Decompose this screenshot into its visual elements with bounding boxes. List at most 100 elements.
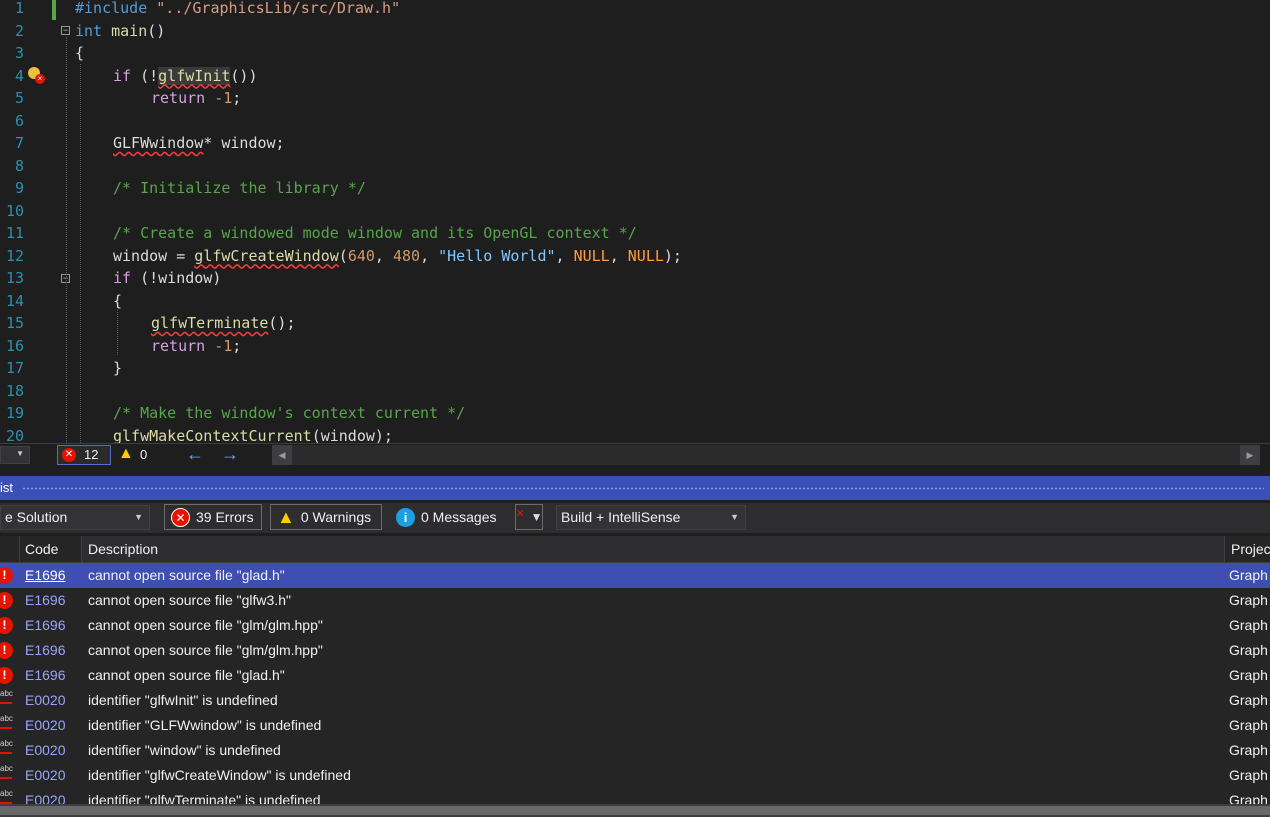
table-row[interactable]: abc E0020 identifier "glfwInit" is undef… [0,688,1270,713]
build-filter-dropdown[interactable]: Build + IntelliSense ▼ [556,505,746,530]
error-code-link[interactable]: E1696 [25,638,65,663]
warnings-filter-label: 0 Warnings [300,509,372,525]
line-number: 6 [14,111,24,130]
error-project: Graph [1229,592,1268,608]
code-line-16: return -1; [151,336,242,355]
table-row[interactable]: ! E1696 cannot open source file "glm/glm… [0,638,1270,663]
error-code-link[interactable]: E0020 [25,738,65,763]
error-code-link[interactable]: E1696 [25,563,65,588]
error-description: identifier "glfwCreateWindow" is undefin… [88,767,351,783]
warnings-filter-button[interactable]: ▲ 0 Warnings [270,504,382,530]
error-list-toolbar: e Solution ▼ ✕ 39 Errors ▲ 0 Warnings i … [0,503,1270,533]
errors-filter-button[interactable]: ✕ 39 Errors [164,504,262,530]
error-description: cannot open source file "glad.h" [88,567,285,583]
error-description: identifier "GLFWwindow" is undefined [88,717,322,733]
code-line-15: glfwTerminate(); [151,314,296,332]
arrow-right-icon[interactable]: → [221,444,239,464]
code-line-7: GLFWwindow* window; [113,134,285,152]
line-number: 16 [5,336,24,355]
info-circle-icon: i [396,507,415,527]
line-number: 2 [14,21,24,40]
title-grip [22,487,1264,490]
error-project: Graph [1229,567,1268,583]
error-circle-icon: ! [0,567,13,584]
line-number: 19 [5,404,24,422]
grid-horizontal-scrollbar[interactable] [0,804,1270,817]
scroll-right-icon[interactable]: ▶ [1240,445,1260,465]
code-line-5: return -1; [151,89,242,107]
code-line-12: window = glfwCreateWindow(640, 480, "Hel… [113,246,682,265]
scroll-left-icon[interactable]: ◀ [272,445,292,465]
error-code-link[interactable]: E0020 [25,713,65,738]
scope-dropdown[interactable]: e Solution ▼ [0,505,150,530]
table-row[interactable]: abc E0020 identifier "glfwCreateWindow" … [0,763,1270,788]
warning-count-button[interactable]: ▲ 0 [118,445,158,465]
fold-toggle[interactable]: − [61,26,70,35]
error-project: Graph [1229,717,1268,733]
build-filter-value: Build + IntelliSense [561,509,681,525]
code-line-20: glfwMakeContextCurrent(window); [113,426,393,444]
column-header-project[interactable]: Projec [1225,536,1270,562]
line-number: 11 [5,224,24,242]
line-number: 18 [5,381,24,400]
code-line-1: #include "../GraphicsLib/src/Draw.h" [75,0,401,17]
error-list-title-bar[interactable]: ist [0,476,1270,500]
error-count-button[interactable]: ✕ 12 [57,445,111,465]
table-row[interactable]: ! E1696 cannot open source file "glad.h"… [0,663,1270,688]
abc-squiggle-icon: abc [0,714,13,729]
error-project: Graph [1229,742,1268,758]
line-number: 17 [5,359,24,377]
column-header-code[interactable]: Code [19,536,82,562]
error-code-link[interactable]: E1696 [25,588,65,613]
column-header-icon[interactable] [0,536,20,562]
line-number: 9 [14,179,24,197]
error-description: identifier "glfwInit" is undefined [88,692,278,708]
line-number: 14 [5,291,24,310]
table-row[interactable]: ! E1696 cannot open source file "glad.h"… [0,563,1270,588]
table-row[interactable]: ! E1696 cannot open source file "glfw3.h… [0,588,1270,613]
error-description: identifier "window" is undefined [88,742,281,758]
grid-header: Code Description Projec [0,536,1270,563]
arrow-left-icon[interactable]: ← [186,444,204,464]
zoom-dropdown[interactable]: ▼ [0,446,30,464]
warning-triangle-icon: ▲ [277,507,295,527]
scrollbar-thumb[interactable] [0,806,1270,815]
line-number: 7 [14,134,24,152]
error-code-link[interactable]: E1696 [25,613,65,638]
messages-filter-label: 0 Messages [421,509,497,525]
error-project: Graph [1229,692,1268,708]
code-line-14: { [113,291,123,310]
indent-guide [117,310,118,355]
error-code-link[interactable]: E0020 [25,788,65,804]
table-row[interactable]: ! E1696 cannot open source file "glm/glm… [0,613,1270,638]
error-description: cannot open source file "glad.h" [88,667,285,683]
error-circle-icon: ! [0,592,13,609]
error-project: Graph [1229,792,1268,804]
code-editor[interactable]: 1 2 3 4 5 6 7 8 9 10 11 12 13 14 15 16 1… [0,0,1270,443]
column-header-description[interactable]: Description [82,536,1225,562]
error-code-link[interactable]: E1696 [25,663,65,688]
error-circle-icon: ✕ [62,448,76,462]
line-number: 20 [5,426,24,444]
clear-filter-button[interactable]: ✕ ▼ [515,504,543,530]
horizontal-scrollbar[interactable]: ◀ ▶ [272,445,1260,465]
code-line-3: { [75,44,85,62]
table-row[interactable]: abc E0020 identifier "GLFWwindow" is und… [0,713,1270,738]
error-count: 12 [84,447,99,462]
error-description: cannot open source file "glm/glm.hpp" [88,617,323,633]
line-number: 13 [5,269,24,287]
indent-guide [80,64,81,443]
panel-title: ist [0,480,13,495]
line-number: 1 [14,0,24,17]
lightbulb-error-icon[interactable]: × [28,67,46,85]
error-code-link[interactable]: E0020 [25,688,65,713]
error-project: Graph [1229,642,1268,658]
table-row[interactable]: abc E0020 identifier "window" is undefin… [0,738,1270,763]
error-code-link[interactable]: E0020 [25,763,65,788]
code-line-2: int main() [75,21,166,40]
messages-filter-button[interactable]: i 0 Messages [389,504,507,530]
abc-squiggle-icon: abc [0,689,13,704]
error-circle-icon: ! [0,667,13,684]
table-row[interactable]: abc E0020 identifier "glfwTerminate" is … [0,788,1270,804]
error-circle-icon: ! [0,642,13,659]
